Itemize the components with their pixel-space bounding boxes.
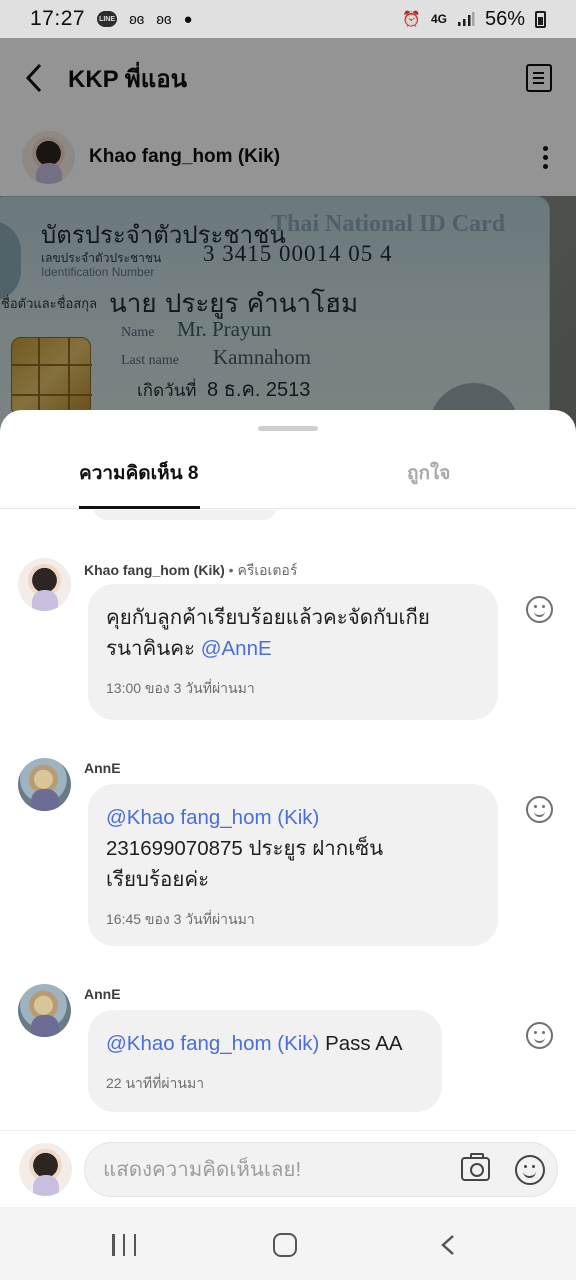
comment-time: 22 นาทีที่ผ่านมา xyxy=(106,1075,205,1091)
status-dim xyxy=(0,0,576,38)
comment-input-bar xyxy=(0,1130,576,1207)
emoji-icon[interactable] xyxy=(515,1155,545,1185)
comment-list[interactable]: Khao fang_hom (Kik) • ครีเอเตอร์ คุยกับล… xyxy=(0,510,576,1130)
previous-comment-bubble xyxy=(92,510,278,520)
comment-text: คุยกับลูกค้าเรียบร้อยแล้วคะจัดกับเกีย รน… xyxy=(106,602,480,664)
comment-item: Khao fang_hom (Kik) • ครีเอเตอร์ คุยกับล… xyxy=(0,556,576,726)
comment-bubble[interactable]: @Khao fang_hom (Kik) 231699070875 ประยูร… xyxy=(88,784,498,946)
emoji-react-icon[interactable] xyxy=(526,596,553,623)
comment-author[interactable]: AnnE xyxy=(84,986,121,1002)
system-nav-bar xyxy=(0,1207,576,1280)
comment-input[interactable] xyxy=(103,1143,443,1196)
comment-text-line: คุยกับลูกค้าเรียบร้อยแล้วคะจัดกับเกีย xyxy=(106,606,430,629)
comment-bubble[interactable]: คุยกับลูกค้าเรียบร้อยแล้วคะจัดกับเกีย รน… xyxy=(88,584,498,720)
comment-text: @Khao fang_hom (Kik) Pass AA xyxy=(106,1028,424,1059)
tab-likes[interactable]: ถูกใจ xyxy=(407,458,450,509)
comment-author[interactable]: AnnE xyxy=(84,760,121,776)
avatar xyxy=(19,1143,72,1196)
creator-badge: • ครีเอเตอร์ xyxy=(228,562,298,578)
comments-sheet: ความคิดเห็น 8 ถูกใจ Khao fang_hom (Kik) … xyxy=(0,410,576,1280)
recents-icon[interactable] xyxy=(112,1234,136,1256)
comment-author[interactable]: Khao fang_hom (Kik) • ครีเอเตอร์ xyxy=(84,560,297,582)
sheet-tabs: ความคิดเห็น 8 ถูกใจ xyxy=(0,446,576,509)
mention-link[interactable]: @AnnE xyxy=(201,637,272,660)
comment-text: @Khao fang_hom (Kik) 231699070875 ประยูร… xyxy=(106,802,480,895)
mention-link[interactable]: @Khao fang_hom (Kik) xyxy=(106,1032,319,1055)
comment-text-line: Pass AA xyxy=(325,1032,403,1055)
home-icon[interactable] xyxy=(273,1233,297,1257)
emoji-react-icon[interactable] xyxy=(526,796,553,823)
comment-item: AnnE @Khao fang_hom (Kik) 231699070875 ป… xyxy=(0,756,576,956)
comment-text-line: รนาคินคะ xyxy=(106,637,195,660)
author-name: Khao fang_hom (Kik) xyxy=(84,562,225,578)
comment-text-line: เรียบร้อยค่ะ xyxy=(106,868,210,891)
drag-handle[interactable] xyxy=(258,426,318,431)
comment-bubble[interactable]: @Khao fang_hom (Kik) Pass AA 22 นาทีที่ผ… xyxy=(88,1010,442,1112)
avatar[interactable] xyxy=(18,558,71,611)
emoji-react-icon[interactable] xyxy=(526,1022,553,1049)
comment-item: AnnE @Khao fang_hom (Kik) Pass AA 22 นาท… xyxy=(0,982,576,1122)
tab-comments[interactable]: ความคิดเห็น 8 xyxy=(79,458,201,509)
author-name: AnnE xyxy=(84,760,121,776)
comment-time: 13:00 ของ 3 วันที่ผ่านมา xyxy=(106,680,255,696)
comment-text-line: 231699070875 ประยูร ฝากเซ็น xyxy=(106,837,384,860)
comment-time: 16:45 ของ 3 วันที่ผ่านมา xyxy=(106,911,255,927)
comment-input-box[interactable] xyxy=(84,1142,558,1197)
avatar[interactable] xyxy=(18,984,71,1037)
camera-icon[interactable] xyxy=(461,1153,490,1181)
mention-link[interactable]: @Khao fang_hom (Kik) xyxy=(106,806,319,829)
author-name: AnnE xyxy=(84,986,121,1002)
back-icon[interactable] xyxy=(440,1234,456,1256)
avatar[interactable] xyxy=(18,758,71,811)
